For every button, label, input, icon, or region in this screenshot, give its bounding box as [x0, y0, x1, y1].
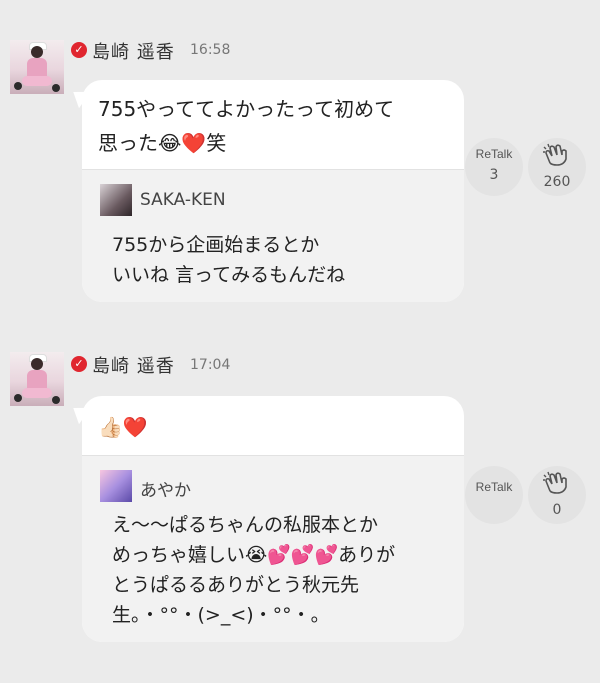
clap-icon	[543, 471, 567, 494]
quote-author-avatar	[100, 184, 132, 216]
retalk-label: ReTalk	[475, 147, 513, 161]
quote-author-name: あやか	[140, 481, 191, 501]
quote-text: え〜〜ぱるちゃんの私服本とか めっちゃ嬉しい😭💕💕💕ありが とうぱるるありがとう…	[112, 514, 396, 626]
applause-button[interactable]: 260	[528, 138, 586, 196]
verified-check-icon: ✓	[71, 356, 87, 372]
message-bubble[interactable]: 👍🏻❤️ あやか え〜〜ぱるちゃんの私服本とか めっちゃ嬉しい😭💕💕💕ありが と…	[67, 396, 464, 642]
applause-count: 260	[543, 174, 571, 190]
applause-button[interactable]: 0	[528, 466, 586, 524]
retalk-button[interactable]: ReTalk	[465, 466, 523, 524]
author-avatar[interactable]	[10, 40, 64, 94]
quoted-reply[interactable]: SAKA-KEN 755から企画始まるとか いいね 言ってみるもんだね	[82, 169, 464, 302]
quote-author-name: SAKA-KEN	[140, 190, 226, 210]
author-avatar[interactable]	[10, 352, 64, 406]
quoted-reply[interactable]: あやか え〜〜ぱるちゃんの私服本とか めっちゃ嬉しい😭💕💕💕ありが とうぱるるあ…	[82, 455, 464, 642]
post-time: 16:58	[190, 42, 231, 58]
author-name[interactable]: 島崎 遥香	[92, 352, 175, 378]
message-text: 755やっててよかったって初めて 思った😂❤️笑	[98, 97, 395, 155]
verified-check-icon: ✓	[71, 42, 87, 58]
quote-author-avatar	[100, 470, 132, 502]
quote-text: 755から企画始まるとか いいね 言ってみるもんだね	[112, 234, 346, 286]
clap-icon	[543, 143, 567, 166]
retalk-count: 3	[489, 167, 499, 183]
message-text: 👍🏻❤️	[98, 415, 148, 439]
post-time: 17:04	[190, 357, 231, 373]
applause-count: 0	[552, 502, 562, 518]
author-name[interactable]: 島崎 遥香	[92, 38, 175, 64]
message-bubble[interactable]: 755やっててよかったって初めて 思った😂❤️笑 SAKA-KEN 755から企…	[67, 80, 464, 302]
retalk-label: ReTalk	[475, 480, 513, 494]
retalk-button[interactable]: ReTalk 3	[465, 138, 523, 196]
